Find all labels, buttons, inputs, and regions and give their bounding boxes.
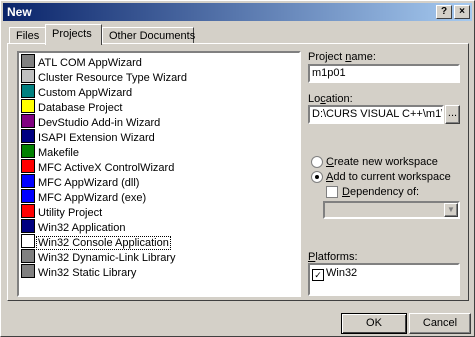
- title-bar: New ? ×: [3, 3, 472, 21]
- project-item[interactable]: MFC AppWizard (exe): [21, 189, 147, 204]
- tab-projects[interactable]: Projects: [45, 24, 102, 45]
- isapi-icon: [21, 129, 35, 143]
- ok-button[interactable]: OK: [341, 313, 407, 334]
- help-icon: ?: [440, 6, 448, 17]
- cancel-button[interactable]: Cancel: [409, 313, 471, 334]
- project-type-list[interactable]: ATL COM AppWizard Cluster Resource Type W…: [17, 51, 301, 297]
- atl-icon: [21, 54, 35, 68]
- activex-icon: [21, 159, 35, 173]
- project-name-input[interactable]: m1p01: [308, 64, 460, 83]
- dependency-of-label: Dependency of:: [342, 186, 420, 198]
- project-item-label: Win32 Static Library: [38, 267, 137, 279]
- database-icon: [21, 99, 35, 113]
- project-item[interactable]: DevStudio Add-in Wizard: [21, 114, 161, 129]
- tab-projects-label: Projects: [52, 28, 92, 40]
- project-item-label: ATL COM AppWizard: [38, 57, 142, 69]
- project-item[interactable]: Custom AppWizard: [21, 84, 133, 99]
- project-item[interactable]: Cluster Resource Type Wizard: [21, 69, 188, 84]
- project-item[interactable]: Win32 Application: [21, 219, 126, 234]
- project-item-label: Win32 Application: [38, 222, 126, 234]
- close-button[interactable]: ×: [454, 5, 470, 19]
- project-item[interactable]: Win32 Console Application: [21, 234, 171, 250]
- custom-wizard-icon: [21, 84, 35, 98]
- project-item[interactable]: ATL COM AppWizard: [21, 54, 143, 69]
- platform-label: Win32: [326, 267, 358, 279]
- tab-other-documents-label: Other Documents: [109, 30, 196, 42]
- project-name-label: Project name:: [308, 51, 376, 63]
- platforms-list[interactable]: ✓ Win32: [308, 263, 460, 296]
- help-button[interactable]: ?: [436, 5, 452, 19]
- project-item[interactable]: Win32 Dynamic-Link Library: [21, 249, 177, 264]
- add-to-current-workspace-label: Add to current workspace: [326, 171, 451, 183]
- project-item[interactable]: Makefile: [21, 144, 80, 159]
- makefile-icon: [21, 144, 35, 158]
- mfc-dll-icon: [21, 174, 35, 188]
- console-icon: [21, 234, 35, 248]
- project-item[interactable]: MFC ActiveX ControlWizard: [21, 159, 175, 174]
- project-item-label: Utility Project: [38, 207, 103, 219]
- create-new-workspace-label: Create new workspace: [326, 156, 438, 168]
- project-item-label: Custom AppWizard: [38, 87, 133, 99]
- project-item-label: Database Project: [38, 102, 123, 114]
- checkmark-icon[interactable]: ✓: [312, 269, 324, 281]
- project-item[interactable]: Database Project: [21, 99, 123, 114]
- project-item-label: Cluster Resource Type Wizard: [38, 72, 187, 84]
- close-icon: ×: [459, 6, 465, 17]
- project-item-label: DevStudio Add-in Wizard: [38, 117, 161, 129]
- tab-other-documents[interactable]: Other Documents: [102, 27, 196, 44]
- lib-icon: [21, 264, 35, 278]
- project-item[interactable]: ISAPI Extension Wizard: [21, 129, 156, 144]
- project-item-label: Win32 Console Application: [36, 236, 171, 250]
- dialog-title: New: [7, 5, 32, 19]
- addin-icon: [21, 114, 35, 128]
- location-label: Location:: [308, 93, 353, 105]
- project-item-label: MFC AppWizard (exe): [38, 192, 147, 204]
- tab-files[interactable]: Files: [9, 27, 46, 44]
- project-item[interactable]: Win32 Static Library: [21, 264, 137, 279]
- chevron-down-icon: ▼: [444, 203, 458, 217]
- project-item-label: Makefile: [38, 147, 79, 159]
- create-new-workspace-radio[interactable]: [311, 156, 323, 168]
- platforms-label: Platforms:: [308, 251, 358, 263]
- tab-files-label: Files: [16, 30, 40, 42]
- add-to-current-workspace-radio[interactable]: [311, 171, 323, 183]
- platform-item[interactable]: ✓ Win32: [312, 266, 358, 281]
- project-item-label: MFC ActiveX ControlWizard: [38, 162, 175, 174]
- project-item[interactable]: Utility Project: [21, 204, 103, 219]
- location-input[interactable]: D:\CURS VISUAL C++\m1\m1p: [308, 105, 444, 124]
- project-item-label: ISAPI Extension Wizard: [38, 132, 155, 144]
- dependency-of-checkbox[interactable]: [326, 186, 338, 198]
- mfc-exe-icon: [21, 189, 35, 203]
- dll-icon: [21, 249, 35, 263]
- dependency-dropdown[interactable]: ▼: [323, 201, 460, 219]
- win32-app-icon: [21, 219, 35, 233]
- cluster-icon: [21, 69, 35, 83]
- project-item[interactable]: MFC AppWizard (dll): [21, 174, 140, 189]
- browse-button[interactable]: ...: [445, 105, 460, 124]
- project-item-label: MFC AppWizard (dll): [38, 177, 140, 189]
- new-dialog: New ? × Files Projects Other Documents A…: [0, 0, 475, 337]
- project-item-label: Win32 Dynamic-Link Library: [38, 252, 176, 264]
- utility-icon: [21, 204, 35, 218]
